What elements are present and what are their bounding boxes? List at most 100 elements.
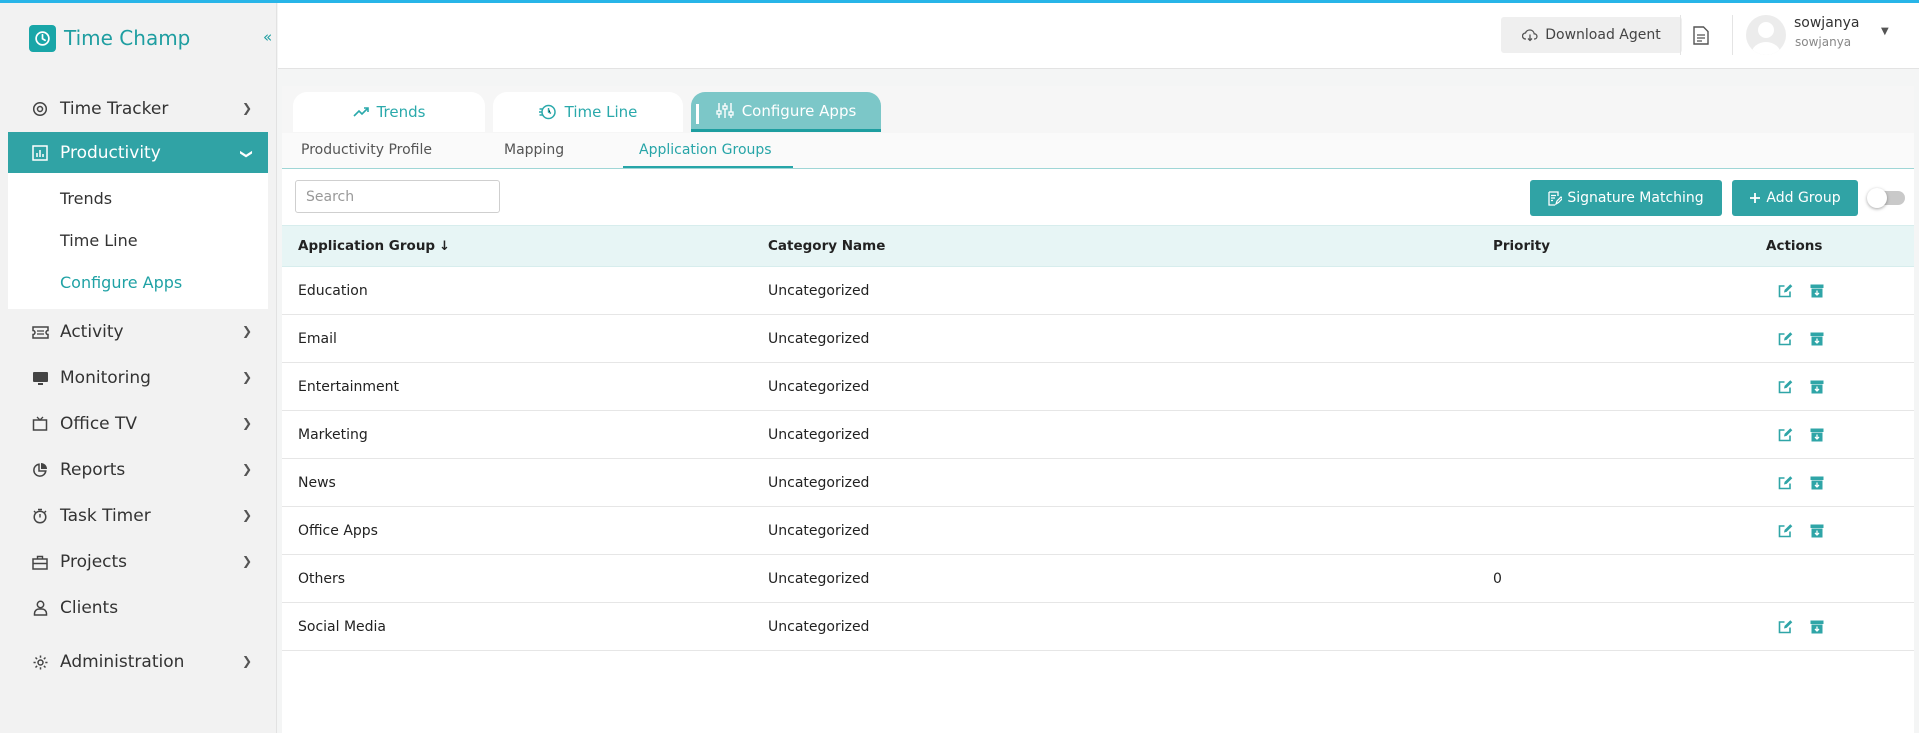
sidebar-nav: Time Tracker ❯ Productivity ❯ Trends Tim… <box>8 86 268 685</box>
user-name[interactable]: sowjanya <box>1794 15 1860 31</box>
archive-icon[interactable] <box>1810 284 1824 298</box>
cell-application-group: News <box>298 474 336 491</box>
sidebar-item-label: Task Timer <box>60 506 151 526</box>
signature-icon <box>1548 190 1563 206</box>
sidebar-item-office-tv[interactable]: Office TV ❯ <box>8 401 268 447</box>
sidebar-item-label: Projects <box>60 552 128 572</box>
document-icon[interactable] <box>1693 26 1709 49</box>
edit-icon[interactable] <box>1778 331 1793 346</box>
chevron-right-icon: ❯ <box>241 462 252 476</box>
sidebar: Time Champ « Time Tracker ❯ Productivity… <box>0 3 277 733</box>
monitor-icon <box>30 368 50 388</box>
edit-icon[interactable] <box>1778 475 1793 490</box>
sliders-icon <box>716 103 734 118</box>
tv-icon <box>30 414 50 434</box>
tab-trends[interactable]: Trends <box>293 92 485 132</box>
sidebar-item-clients[interactable]: Clients <box>8 585 268 631</box>
table-row: News Uncategorized <box>282 459 1914 507</box>
cell-application-group: Education <box>298 282 368 299</box>
subtab-application-groups[interactable]: Application Groups <box>639 142 772 158</box>
plus-icon <box>1750 193 1761 203</box>
settings-icon <box>30 652 50 672</box>
archive-icon[interactable] <box>1810 524 1824 538</box>
sort-arrow-icon[interactable]: ↓ <box>439 239 450 254</box>
archive-icon[interactable] <box>1810 476 1824 490</box>
chevron-right-icon: ❯ <box>241 508 252 522</box>
cell-actions <box>1766 315 1914 363</box>
cell-application-group: Marketing <box>298 426 368 443</box>
column-header-category-name: Category Name <box>768 238 886 254</box>
cell-actions <box>1766 555 1914 603</box>
submenu-item-trends[interactable]: Trends <box>8 177 268 219</box>
table-row: Office Apps Uncategorized <box>282 507 1914 555</box>
sidebar-item-reports[interactable]: Reports ❯ <box>8 447 268 493</box>
cell-actions <box>1766 603 1914 651</box>
archive-icon[interactable] <box>1810 332 1824 346</box>
cell-priority <box>1493 315 1766 363</box>
tab-label: Trends <box>376 103 426 121</box>
subtabs: Productivity Profile Mapping Application… <box>282 133 1914 169</box>
cell-priority: 0 <box>1493 570 1502 587</box>
trend-icon <box>352 107 369 117</box>
clock-logo-icon <box>29 24 56 52</box>
sidebar-item-label: Reports <box>60 460 126 480</box>
view-toggle[interactable] <box>1867 188 1905 208</box>
app-logo[interactable]: Time Champ <box>29 23 190 53</box>
subtab-productivity-profile[interactable]: Productivity Profile <box>301 142 432 158</box>
cell-actions <box>1766 267 1914 315</box>
table-row: Education Uncategorized <box>282 267 1914 315</box>
table-row: Entertainment Uncategorized <box>282 363 1914 411</box>
edit-icon[interactable] <box>1778 523 1793 538</box>
cell-category-name: Uncategorized <box>768 330 870 347</box>
cell-actions <box>1766 411 1914 459</box>
sidebar-item-administration[interactable]: Administration ❯ <box>8 639 268 685</box>
column-header-application-group[interactable]: Application Group ↓ <box>282 226 768 267</box>
signature-matching-button[interactable]: Signature Matching <box>1530 180 1722 216</box>
submenu-item-configure-apps[interactable]: Configure Apps <box>8 261 268 303</box>
subtab-mapping[interactable]: Mapping <box>504 142 564 158</box>
tab-configure-apps[interactable]: Configure Apps <box>691 92 881 132</box>
timeline-icon <box>538 104 556 120</box>
sidebar-item-label: Time Tracker <box>60 99 169 119</box>
sidebar-item-time-tracker[interactable]: Time Tracker ❯ <box>8 86 268 132</box>
edit-icon[interactable] <box>1778 427 1793 442</box>
pie-chart-icon <box>30 460 50 480</box>
chevron-down-icon: ❯ <box>239 148 254 160</box>
download-agent-button[interactable]: Download Agent <box>1501 17 1682 53</box>
cell-actions <box>1766 459 1914 507</box>
sidebar-item-label: Clients <box>60 598 119 618</box>
archive-icon[interactable] <box>1810 380 1824 394</box>
search-input[interactable] <box>295 180 500 213</box>
table-row: Others Uncategorized 0 <box>282 555 1914 603</box>
column-header-label: Application Group <box>298 238 436 254</box>
chevron-right-icon: ❯ <box>241 324 252 338</box>
cell-application-group: Entertainment <box>298 378 400 395</box>
add-group-label: Add Group <box>1766 190 1841 206</box>
sidebar-item-productivity[interactable]: Productivity ❯ <box>8 132 268 173</box>
add-group-button[interactable]: Add Group <box>1732 180 1858 216</box>
edit-icon[interactable] <box>1778 283 1793 298</box>
signature-matching-label: Signature Matching <box>1567 190 1704 206</box>
top-header: Download Agent sowjanya sowjanya ▼ <box>278 3 1919 69</box>
sidebar-item-task-timer[interactable]: Task Timer ❯ <box>8 493 268 539</box>
archive-icon[interactable] <box>1810 428 1824 442</box>
edit-icon[interactable] <box>1778 619 1793 634</box>
edit-icon[interactable] <box>1778 379 1793 394</box>
cell-priority <box>1493 363 1766 411</box>
active-subtab-indicator <box>623 166 793 168</box>
cell-category-name: Uncategorized <box>768 378 870 395</box>
sidebar-item-projects[interactable]: Projects ❯ <box>8 539 268 585</box>
download-agent-label: Download Agent <box>1545 27 1661 43</box>
archive-icon[interactable] <box>1810 620 1824 634</box>
cell-application-group: Office Apps <box>298 522 378 539</box>
caret-down-icon[interactable]: ▼ <box>1881 26 1889 37</box>
avatar[interactable] <box>1746 15 1786 55</box>
sidebar-item-activity[interactable]: Activity ❯ <box>8 309 268 355</box>
chevron-right-icon: ❯ <box>241 416 252 430</box>
cell-priority <box>1493 267 1766 315</box>
collapse-sidebar-icon[interactable]: « <box>263 28 272 46</box>
tab-time-line[interactable]: Time Line <box>493 92 683 132</box>
sidebar-item-monitoring[interactable]: Monitoring ❯ <box>8 355 268 401</box>
cell-priority <box>1493 459 1766 507</box>
submenu-item-time-line[interactable]: Time Line <box>8 219 268 261</box>
